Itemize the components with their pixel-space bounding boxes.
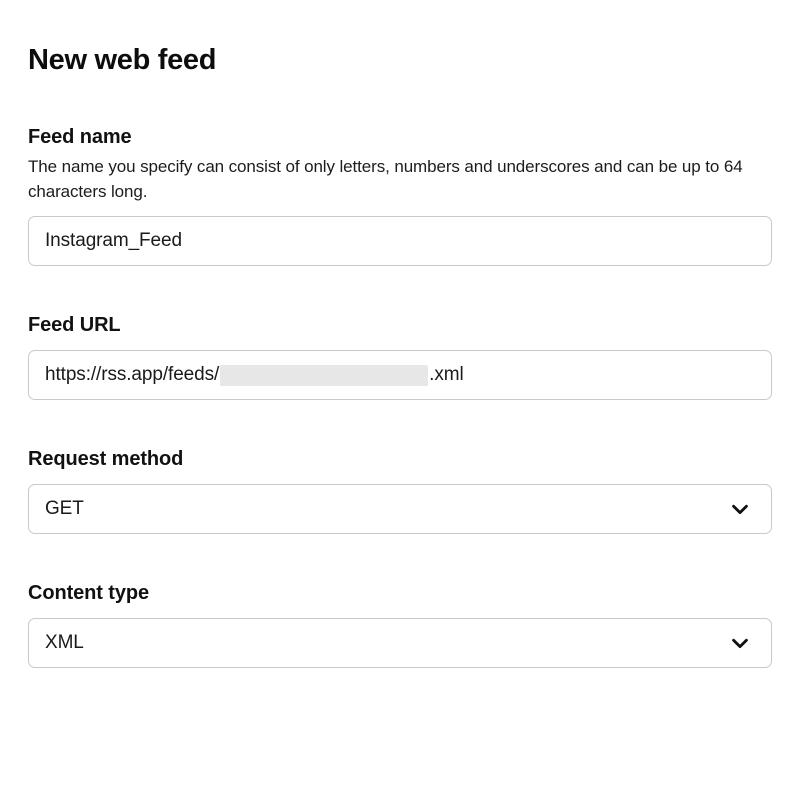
chevron-down-icon: [729, 632, 751, 654]
content-type-value: XML: [45, 632, 84, 653]
content-type-label: Content type: [28, 582, 150, 604]
field-group-request-method: Request method GET: [28, 446, 772, 534]
field-group-content-type: Content type XML: [28, 580, 772, 668]
feed-url-value: https://rss.app/feeds/ .xml: [45, 363, 464, 387]
feed-name-value: Instagram_Feed: [45, 230, 182, 251]
feed-name-label: Feed name: [28, 126, 132, 148]
redacted-feed-id: [220, 364, 429, 386]
feed-name-help-text: The name you specify can consist of only…: [28, 157, 743, 201]
new-web-feed-page: New web feed Feed name The name you spec…: [0, 0, 800, 786]
content-type-select[interactable]: XML: [28, 618, 772, 668]
chevron-down-icon: [729, 498, 751, 520]
request-method-label: Request method: [28, 448, 184, 470]
page-title: New web feed: [28, 44, 217, 76]
request-method-select[interactable]: GET: [28, 484, 772, 534]
feed-url-label: Feed URL: [28, 314, 121, 336]
feed-url-prefix: https://rss.app/feeds/: [45, 364, 220, 385]
feed-name-input[interactable]: Instagram_Feed: [28, 216, 772, 266]
feed-url-suffix: .xml: [429, 364, 464, 385]
field-group-feed-url: Feed URL https://rss.app/feeds/ .xml: [28, 312, 772, 400]
request-method-value: GET: [45, 498, 84, 519]
feed-url-input[interactable]: https://rss.app/feeds/ .xml: [28, 350, 772, 400]
field-group-feed-name: Feed name The name you specify can consi…: [28, 124, 772, 266]
